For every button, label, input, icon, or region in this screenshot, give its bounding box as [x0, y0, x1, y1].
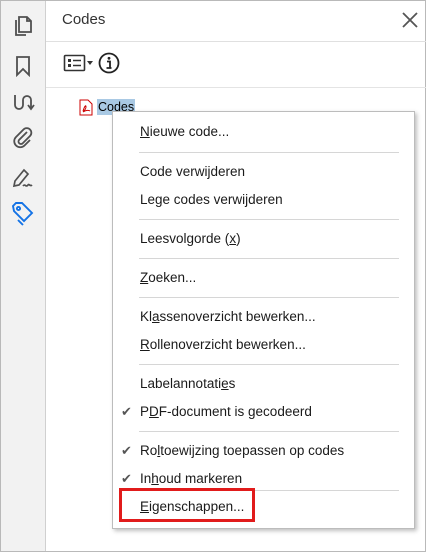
signature-icon[interactable]: [9, 164, 37, 192]
context-menu: Nieuwe code... Code verwijderen Lege cod…: [112, 111, 415, 529]
checkmark-icon: ✔: [121, 404, 132, 419]
menu-item-edit-role-map[interactable]: Rollenoverzicht bewerken...: [140, 337, 306, 352]
menu-separator: [139, 297, 399, 298]
menu-separator: [139, 431, 399, 432]
menu-item-reading-order[interactable]: Leesvolgorde (x): [140, 231, 241, 246]
checkmark-icon: ✔: [121, 443, 132, 458]
tags-icon[interactable]: [9, 199, 37, 227]
toolbar-divider: [46, 87, 426, 88]
pdf-file-icon: [79, 99, 93, 115]
content-order-icon[interactable]: [9, 89, 37, 117]
menu-separator: [139, 364, 399, 365]
attachment-icon[interactable]: [9, 124, 37, 152]
menu-item-pdf-is-tagged[interactable]: PDF-document is gecodeerd: [140, 404, 312, 419]
info-icon[interactable]: [98, 52, 120, 74]
menu-item-new-code[interactable]: Nieuwe code...: [140, 124, 229, 139]
options-menu-button[interactable]: [63, 53, 95, 73]
codes-panel-window: Codes Codes Nieuwe code... Code verwijde…: [0, 0, 426, 552]
bookmark-icon[interactable]: [9, 52, 37, 80]
menu-item-delete-code[interactable]: Code verwijderen: [140, 164, 245, 179]
checkmark-icon: ✔: [121, 471, 132, 486]
menu-item-find[interactable]: Zoeken...: [140, 270, 196, 285]
menu-separator: [139, 152, 399, 153]
header-divider: [46, 41, 426, 42]
menu-item-apply-role-map[interactable]: Roltoewijzing toepassen op codes: [140, 443, 344, 458]
panel-title: Codes: [62, 11, 106, 28]
menu-separator: [139, 258, 399, 259]
menu-item-edit-class-map[interactable]: Klassenoverzicht bewerken...: [140, 309, 316, 324]
close-icon[interactable]: [400, 10, 420, 30]
menu-separator: [139, 219, 399, 220]
menu-item-highlight-content[interactable]: Inhoud markeren: [140, 471, 242, 486]
menu-item-tag-annotations[interactable]: Labelannotaties: [140, 376, 235, 391]
navigation-sidebar: [1, 1, 46, 551]
annotation-highlight-box: [119, 488, 255, 522]
pages-icon[interactable]: [9, 13, 37, 41]
menu-item-delete-empty-codes[interactable]: Lege codes verwijderen: [140, 192, 283, 207]
